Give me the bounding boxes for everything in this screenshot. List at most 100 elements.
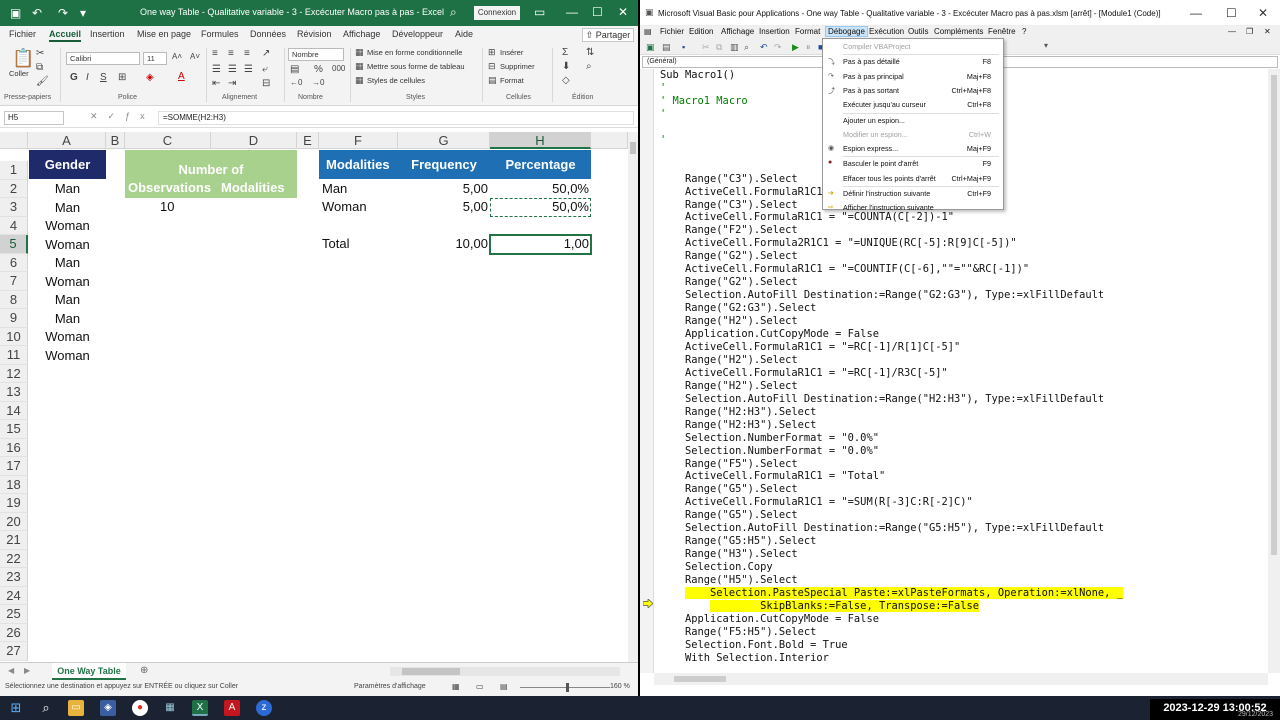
code-line[interactable]: Range("H2:H3").Select bbox=[660, 419, 816, 432]
debug-menu-item[interactable]: ⇨ Afficher l'instruction suivante bbox=[823, 201, 1003, 215]
column-header-a[interactable]: A bbox=[28, 132, 106, 149]
code-line[interactable]: ' Macro1 Macro bbox=[660, 95, 748, 108]
code-horizontal-scrollbar[interactable] bbox=[654, 673, 1268, 685]
code-line[interactable]: ActiveCell.Formula2R1C1 = "=UNIQUE(RC[-5… bbox=[660, 237, 1017, 250]
find-icon[interactable]: ⌕ bbox=[586, 61, 592, 72]
menu-fichier[interactable]: Fichier bbox=[660, 27, 684, 36]
find-icon[interactable]: ⌕ bbox=[744, 42, 749, 53]
code-line[interactable]: Application.CutCopyMode = False bbox=[660, 328, 879, 341]
code-line[interactable]: Range("H3").Select bbox=[660, 548, 798, 561]
table-format-button[interactable]: Mettre sous forme de tableau bbox=[367, 62, 465, 71]
fill-icon[interactable]: ⬇ bbox=[562, 61, 570, 72]
gender-cell[interactable]: Man bbox=[29, 254, 106, 272]
zoom-app-icon[interactable]: z bbox=[256, 700, 272, 716]
increase-decimal-icon[interactable]: ←0 bbox=[290, 78, 302, 87]
fill-color-icon[interactable]: ◈ bbox=[146, 72, 154, 83]
menu-execution[interactable]: Exécution bbox=[869, 27, 904, 36]
percent-icon[interactable]: % bbox=[314, 64, 323, 75]
thousands-separator-icon[interactable]: 000 bbox=[332, 64, 345, 73]
taskbar-search-icon[interactable]: ⌕ bbox=[38, 700, 54, 716]
gender-cell[interactable]: Woman bbox=[29, 217, 106, 235]
menu-outils[interactable]: Outils bbox=[908, 27, 928, 36]
zoom-level[interactable]: 160 % bbox=[610, 683, 630, 690]
cell-styles-button[interactable]: Styles de cellules bbox=[367, 76, 425, 85]
align-bottom-icon[interactable]: ≡ bbox=[244, 48, 250, 59]
sort-filter-icon[interactable]: ⇅ bbox=[586, 47, 594, 58]
merge-center-icon[interactable]: ⊟ bbox=[262, 78, 270, 89]
number-format-select[interactable]: Nombre bbox=[288, 48, 344, 61]
debug-menu-item[interactable]: ⤴ Pas à pas sortant Ctrl+Maj+F8 bbox=[823, 84, 1003, 98]
code-line[interactable]: Range("G2").Select bbox=[660, 276, 798, 289]
vba-save-icon[interactable]: ▪ bbox=[682, 42, 685, 52]
menu-help[interactable]: ? bbox=[1022, 27, 1026, 36]
vba-inner-close-icon[interactable]: ✕ bbox=[1264, 27, 1271, 36]
row-header[interactable]: 2 bbox=[0, 179, 28, 198]
tab-insertion[interactable]: Insertion bbox=[90, 29, 125, 39]
debug-menu-item[interactable]: Ajouter un espion... bbox=[823, 114, 1003, 128]
wrap-text-icon[interactable]: ⤶ bbox=[262, 64, 268, 75]
row-header[interactable]: 6 bbox=[0, 253, 28, 272]
vba-maximize-icon[interactable]: ☐ bbox=[1226, 6, 1237, 20]
code-vertical-scrollbar[interactable] bbox=[1268, 69, 1280, 673]
row-header[interactable]: 22 bbox=[0, 549, 28, 568]
total-frequency[interactable]: 10,00 bbox=[398, 235, 488, 253]
page-layout-icon[interactable]: ▭ bbox=[476, 682, 484, 691]
frequency-cell[interactable]: 5,00 bbox=[398, 198, 488, 216]
modality-cell[interactable]: Woman bbox=[322, 198, 367, 216]
code-line[interactable]: Range("H2").Select bbox=[660, 380, 798, 393]
align-center-icon[interactable]: ☰ bbox=[228, 64, 237, 75]
column-header-h[interactable]: H bbox=[490, 132, 591, 149]
code-line[interactable]: Selection.AutoFill Destination:=Range("G… bbox=[660, 289, 1104, 302]
debug-menu-item[interactable]: ↷ Pas à pas principal Maj+F8 bbox=[823, 70, 1003, 84]
align-top-icon[interactable]: ≡ bbox=[212, 48, 218, 59]
menu-edition[interactable]: Edition bbox=[689, 27, 713, 36]
maximize-icon[interactable]: ☐ bbox=[592, 5, 603, 19]
name-box[interactable]: H5 bbox=[4, 111, 64, 125]
row-header[interactable]: 8 bbox=[0, 290, 28, 309]
spreadsheet-grid[interactable]: A B C D E F G H 1 2 3 4 5 6 7 8 9 10 11 12 13 14 15 16 1… bbox=[0, 132, 628, 662]
row-header[interactable]: 23 bbox=[0, 568, 28, 587]
run-icon[interactable]: ▶ bbox=[792, 42, 799, 53]
format-cells-button[interactable]: Format bbox=[500, 76, 524, 85]
code-line[interactable]: Range("F5").Select bbox=[660, 458, 798, 471]
redo-icon[interactable]: ↷ bbox=[58, 6, 68, 20]
row-header[interactable]: 12 bbox=[0, 364, 28, 383]
windows-start-icon[interactable]: ⊞ bbox=[8, 700, 24, 716]
debug-menu-item[interactable]: ◉ Espion express... Maj+F9 bbox=[823, 142, 1003, 156]
vba-minimize-icon[interactable]: — bbox=[1190, 6, 1202, 20]
vba-close-icon[interactable]: ✕ bbox=[1258, 6, 1268, 20]
code-line[interactable]: ' bbox=[660, 108, 666, 121]
view-excel-icon[interactable]: ▣ bbox=[646, 42, 655, 53]
delete-cells-button[interactable]: Supprimer bbox=[500, 62, 535, 71]
code-margin[interactable] bbox=[640, 69, 654, 673]
code-scroll-thumb[interactable] bbox=[1271, 75, 1277, 555]
row-header[interactable]: 5 bbox=[0, 235, 28, 254]
insert-module-icon[interactable]: ▤ bbox=[662, 42, 671, 53]
tab-donnees[interactable]: Données bbox=[250, 29, 286, 39]
frequency-header[interactable]: Frequency bbox=[398, 150, 490, 179]
code-line[interactable]: Sub Macro1() bbox=[660, 69, 735, 82]
gender-cell[interactable]: Man bbox=[29, 310, 106, 328]
row-header[interactable]: 27 bbox=[0, 642, 28, 661]
debug-menu-item[interactable]: Effacer tous les points d'arrêt Ctrl+Maj+… bbox=[823, 172, 1003, 186]
code-line[interactable]: ActiveCell.FormulaR1C1 = "=COUNTIF(C[-6]… bbox=[660, 263, 1029, 276]
align-left-icon[interactable]: ☰ bbox=[212, 64, 221, 75]
undo-icon[interactable]: ↶ bbox=[32, 6, 42, 20]
page-break-icon[interactable]: ▤ bbox=[500, 682, 508, 691]
code-line[interactable]: Range("C3").Select bbox=[660, 173, 798, 186]
code-line[interactable]: Selection.NumberFormat = "0.0%" bbox=[660, 432, 879, 445]
share-button[interactable]: ⇧ Partager bbox=[582, 28, 634, 42]
code-line[interactable]: SkipBlanks:=False, Transpose:=False bbox=[660, 599, 980, 613]
tab-formules[interactable]: Formules bbox=[201, 29, 239, 39]
modality-cell[interactable]: Man bbox=[322, 180, 347, 198]
vba-inner-restore-icon[interactable]: ❐ bbox=[1246, 27, 1253, 36]
gender-cell[interactable]: Woman bbox=[29, 347, 106, 365]
row-header[interactable]: 26 bbox=[0, 623, 28, 642]
row-header[interactable]: 19 bbox=[0, 494, 28, 513]
increase-font-icon[interactable]: A˄ bbox=[172, 52, 182, 61]
font-color-icon[interactable]: A bbox=[178, 71, 185, 82]
code-line[interactable]: Range("H2:H3").Select bbox=[660, 406, 816, 419]
menu-affichage[interactable]: Affichage bbox=[721, 27, 754, 36]
gender-cell[interactable]: Man bbox=[29, 180, 106, 198]
tab-mise-en-page[interactable]: Mise en page bbox=[137, 29, 191, 39]
